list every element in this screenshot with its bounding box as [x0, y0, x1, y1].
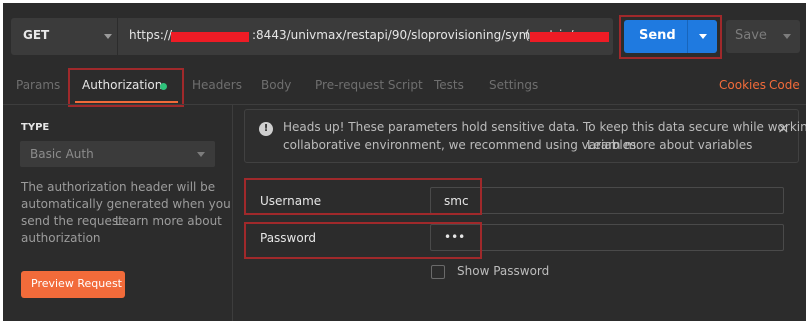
- code-link[interactable]: Code: [769, 78, 800, 92]
- learn-more-variables-link[interactable]: Learn more about variables: [587, 138, 752, 152]
- save-button[interactable]: Save: [726, 20, 800, 53]
- highlight-box: [619, 15, 722, 59]
- preview-request-button[interactable]: Preview Request: [21, 271, 125, 298]
- username-field[interactable]: smc: [430, 187, 784, 214]
- cookies-link[interactable]: Cookies: [719, 78, 766, 92]
- request-editor: GET https:// :8443/univmax/restapi/90/sl…: [3, 3, 806, 321]
- auth-type-value: Basic Auth: [30, 147, 94, 161]
- highlight-box: [244, 222, 482, 259]
- tab-headers[interactable]: Headers: [192, 78, 242, 92]
- url-input[interactable]: https:// :8443/univmax/restapi/90/slopro…: [118, 18, 613, 55]
- chevron-down-icon[interactable]: [783, 34, 791, 39]
- chevron-down-icon: [104, 34, 112, 39]
- show-password-checkbox[interactable]: [431, 265, 445, 279]
- auth-type-heading: TYPE: [21, 122, 50, 133]
- highlight-box: [68, 68, 184, 107]
- url-suffix: (: [525, 28, 530, 42]
- auth-description-line: The authorization header will be: [21, 180, 216, 194]
- tab-settings[interactable]: Settings: [489, 78, 538, 92]
- auth-description-line: automatically generated when you: [21, 197, 231, 211]
- tab-divider: [3, 104, 806, 105]
- info-icon: !: [259, 122, 273, 136]
- learn-more-auth-link[interactable]: authorization: [21, 231, 101, 245]
- method-label: GET: [23, 28, 50, 42]
- tab-body[interactable]: Body: [261, 78, 291, 92]
- close-icon[interactable]: ×: [777, 119, 790, 137]
- redaction-bar: [530, 32, 609, 42]
- panel-divider: [232, 104, 233, 321]
- sensitive-data-notice: ! Heads up! These parameters hold sensit…: [244, 109, 806, 163]
- auth-description-line: send the request.: [21, 214, 127, 228]
- tab-tests[interactable]: Tests: [434, 78, 464, 92]
- chevron-down-icon: [197, 152, 205, 157]
- url-prefix: https://: [129, 28, 173, 42]
- highlight-box: [244, 178, 482, 215]
- auth-type-select[interactable]: Basic Auth: [20, 141, 215, 167]
- preview-label: Preview Request: [31, 277, 122, 290]
- show-password-label[interactable]: Show Password: [457, 264, 549, 278]
- save-label: Save: [735, 28, 767, 43]
- notice-text: Heads up! These parameters hold sensitiv…: [283, 120, 806, 134]
- learn-more-auth-link[interactable]: Learn more about: [115, 214, 222, 228]
- redaction-bar: [171, 32, 249, 42]
- method-select[interactable]: GET: [11, 18, 117, 55]
- tab-params[interactable]: Params: [16, 78, 60, 92]
- password-field[interactable]: •••: [430, 224, 784, 251]
- tab-pre-request-script[interactable]: Pre-request Script: [315, 78, 423, 92]
